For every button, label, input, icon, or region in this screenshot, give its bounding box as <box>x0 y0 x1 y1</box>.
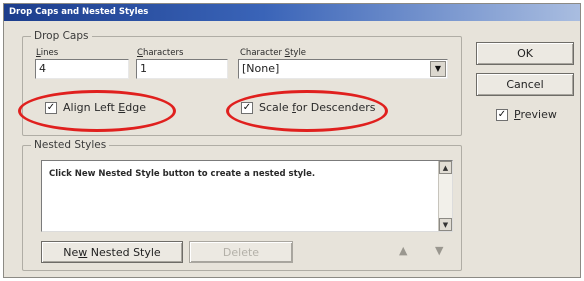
scroll-up-icon[interactable]: ▲ <box>439 161 452 174</box>
drop-caps-legend: Drop Caps <box>31 30 92 42</box>
move-up-icon[interactable]: ▲ <box>399 244 407 257</box>
preview-checkbox[interactable]: ✓ Preview <box>496 108 557 121</box>
checkmark-icon[interactable]: ✓ <box>496 108 508 121</box>
window-title: Drop Caps and Nested Styles <box>9 7 149 17</box>
nested-styles-message: Click New Nested Style button to create … <box>49 169 316 179</box>
characters-field[interactable]: 1 <box>136 59 228 79</box>
nested-styles-legend: Nested Styles <box>31 139 110 151</box>
title-bar: Drop Caps and Nested Styles <box>4 4 580 21</box>
new-nested-style-button[interactable]: New Nested Style <box>41 241 183 263</box>
highlight-oval-align <box>18 90 176 132</box>
cancel-button[interactable]: Cancel <box>476 73 574 96</box>
nested-styles-group: Nested Styles Click New Nested Style but… <box>22 139 462 271</box>
highlight-oval-scale <box>226 90 388 132</box>
ok-button[interactable]: OK <box>476 42 574 65</box>
scrollbar[interactable]: ▲ ▼ <box>438 161 452 231</box>
chevron-down-icon[interactable]: ▼ <box>430 61 446 77</box>
preview-label: Preview <box>514 108 557 121</box>
character-style-dropdown[interactable]: [None] ▼ <box>238 59 448 79</box>
new-nested-style-label: New Nested Style <box>63 245 161 259</box>
delete-button[interactable]: Delete <box>189 241 293 263</box>
scroll-down-icon[interactable]: ▼ <box>439 218 452 231</box>
characters-label: Characters <box>137 48 184 58</box>
cancel-label: Cancel <box>506 78 544 91</box>
delete-label: Delete <box>222 245 260 259</box>
character-style-label: Character Style <box>240 48 307 58</box>
ok-label: OK <box>517 47 533 60</box>
lines-field[interactable]: 4 <box>35 59 129 79</box>
lines-label: Lines <box>36 48 59 58</box>
dialog-window: Drop Caps and Nested Styles Drop Caps Li… <box>3 3 581 278</box>
nested-styles-list[interactable]: Click New Nested Style button to create … <box>41 160 453 232</box>
character-style-value: [None] <box>242 62 280 75</box>
move-down-icon[interactable]: ▼ <box>435 244 443 257</box>
